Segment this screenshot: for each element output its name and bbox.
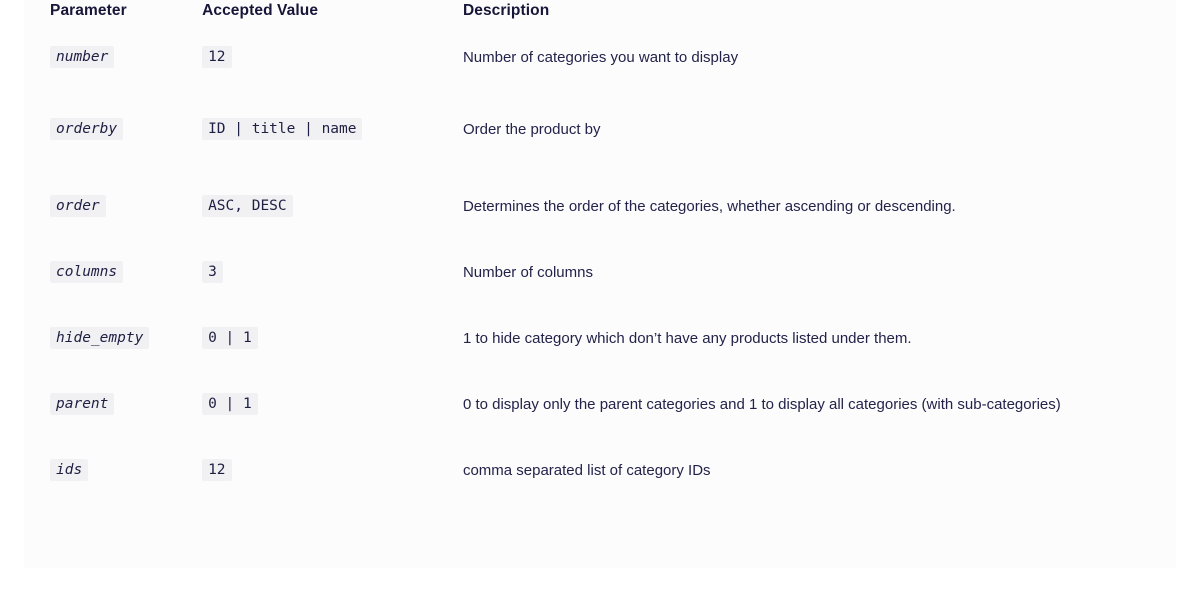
table-row: ids 12 comma separated list of category …: [0, 438, 1200, 504]
column-header-parameter: Parameter: [50, 2, 127, 19]
accepted-value-code-chip: ID | title | name: [202, 118, 363, 140]
cell-accepted-value: 12: [194, 21, 455, 94]
cell-parameter: columns: [0, 240, 194, 306]
table-body: number 12 Number of categories you want …: [0, 21, 1200, 504]
parameter-code-chip: number: [50, 46, 115, 68]
column-header-accepted-value: Accepted Value: [202, 2, 319, 19]
parameter-code-chip: ids: [50, 459, 89, 481]
cell-description: 0 to display only the parent categories …: [462, 396, 1061, 413]
shortcode-parameters-table: Parameter Accepted Value Description num…: [0, 0, 1200, 504]
cell-accepted-value: 12: [194, 438, 455, 504]
table-row: columns 3 Number of columns: [0, 240, 1200, 306]
cell-accepted-value: ASC, DESC: [194, 166, 455, 240]
table-row: order ASC, DESC Determines the order of …: [0, 166, 1200, 240]
parameter-code-chip: hide_empty: [50, 327, 150, 349]
cell-description: Order the product by: [462, 121, 601, 138]
table-row: hide_empty 0 | 1 1 to hide category whic…: [0, 306, 1200, 372]
accepted-value-code-chip: ASC, DESC: [202, 195, 293, 217]
page-root: Parameter Accepted Value Description num…: [0, 0, 1200, 600]
cell-accepted-value: 3: [194, 240, 455, 306]
accepted-value-code-chip: 0 | 1: [202, 327, 258, 349]
parameter-code-chip: order: [50, 195, 106, 217]
cell-accepted-value: 0 | 1: [194, 306, 455, 372]
accepted-value-code-chip: 0 | 1: [202, 393, 258, 415]
cell-description: 1 to hide category which don’t have any …: [462, 330, 912, 347]
accepted-value-code-chip: 3: [202, 261, 223, 283]
parameter-code-chip: columns: [50, 261, 124, 283]
cell-accepted-value: ID | title | name: [194, 94, 455, 166]
cell-parameter: number: [0, 21, 194, 94]
table-row: parent 0 | 1 0 to display only the paren…: [0, 372, 1200, 438]
table-row: orderby ID | title | name Order the prod…: [0, 94, 1200, 166]
cell-description: Determines the order of the categories, …: [462, 198, 956, 215]
cell-parameter: parent: [0, 372, 194, 438]
parameter-code-chip: orderby: [50, 118, 124, 140]
cell-parameter: hide_empty: [0, 306, 194, 372]
cell-parameter: order: [0, 166, 194, 240]
cell-description: Number of categories you want to display: [462, 49, 739, 66]
parameter-code-chip: parent: [50, 393, 115, 415]
accepted-value-code-chip: 12: [202, 459, 232, 481]
cell-parameter: ids: [0, 438, 194, 504]
cell-description: comma separated list of category IDs: [462, 462, 711, 479]
accepted-value-code-chip: 12: [202, 46, 232, 68]
column-header-description: Description: [462, 2, 550, 19]
cell-parameter: orderby: [0, 94, 194, 166]
table-header-row: Parameter Accepted Value Description: [0, 0, 1200, 21]
table-row: number 12 Number of categories you want …: [0, 21, 1200, 94]
table-header: Parameter Accepted Value Description: [0, 0, 1200, 21]
cell-description: Number of columns: [462, 264, 593, 281]
cell-accepted-value: 0 | 1: [194, 372, 455, 438]
